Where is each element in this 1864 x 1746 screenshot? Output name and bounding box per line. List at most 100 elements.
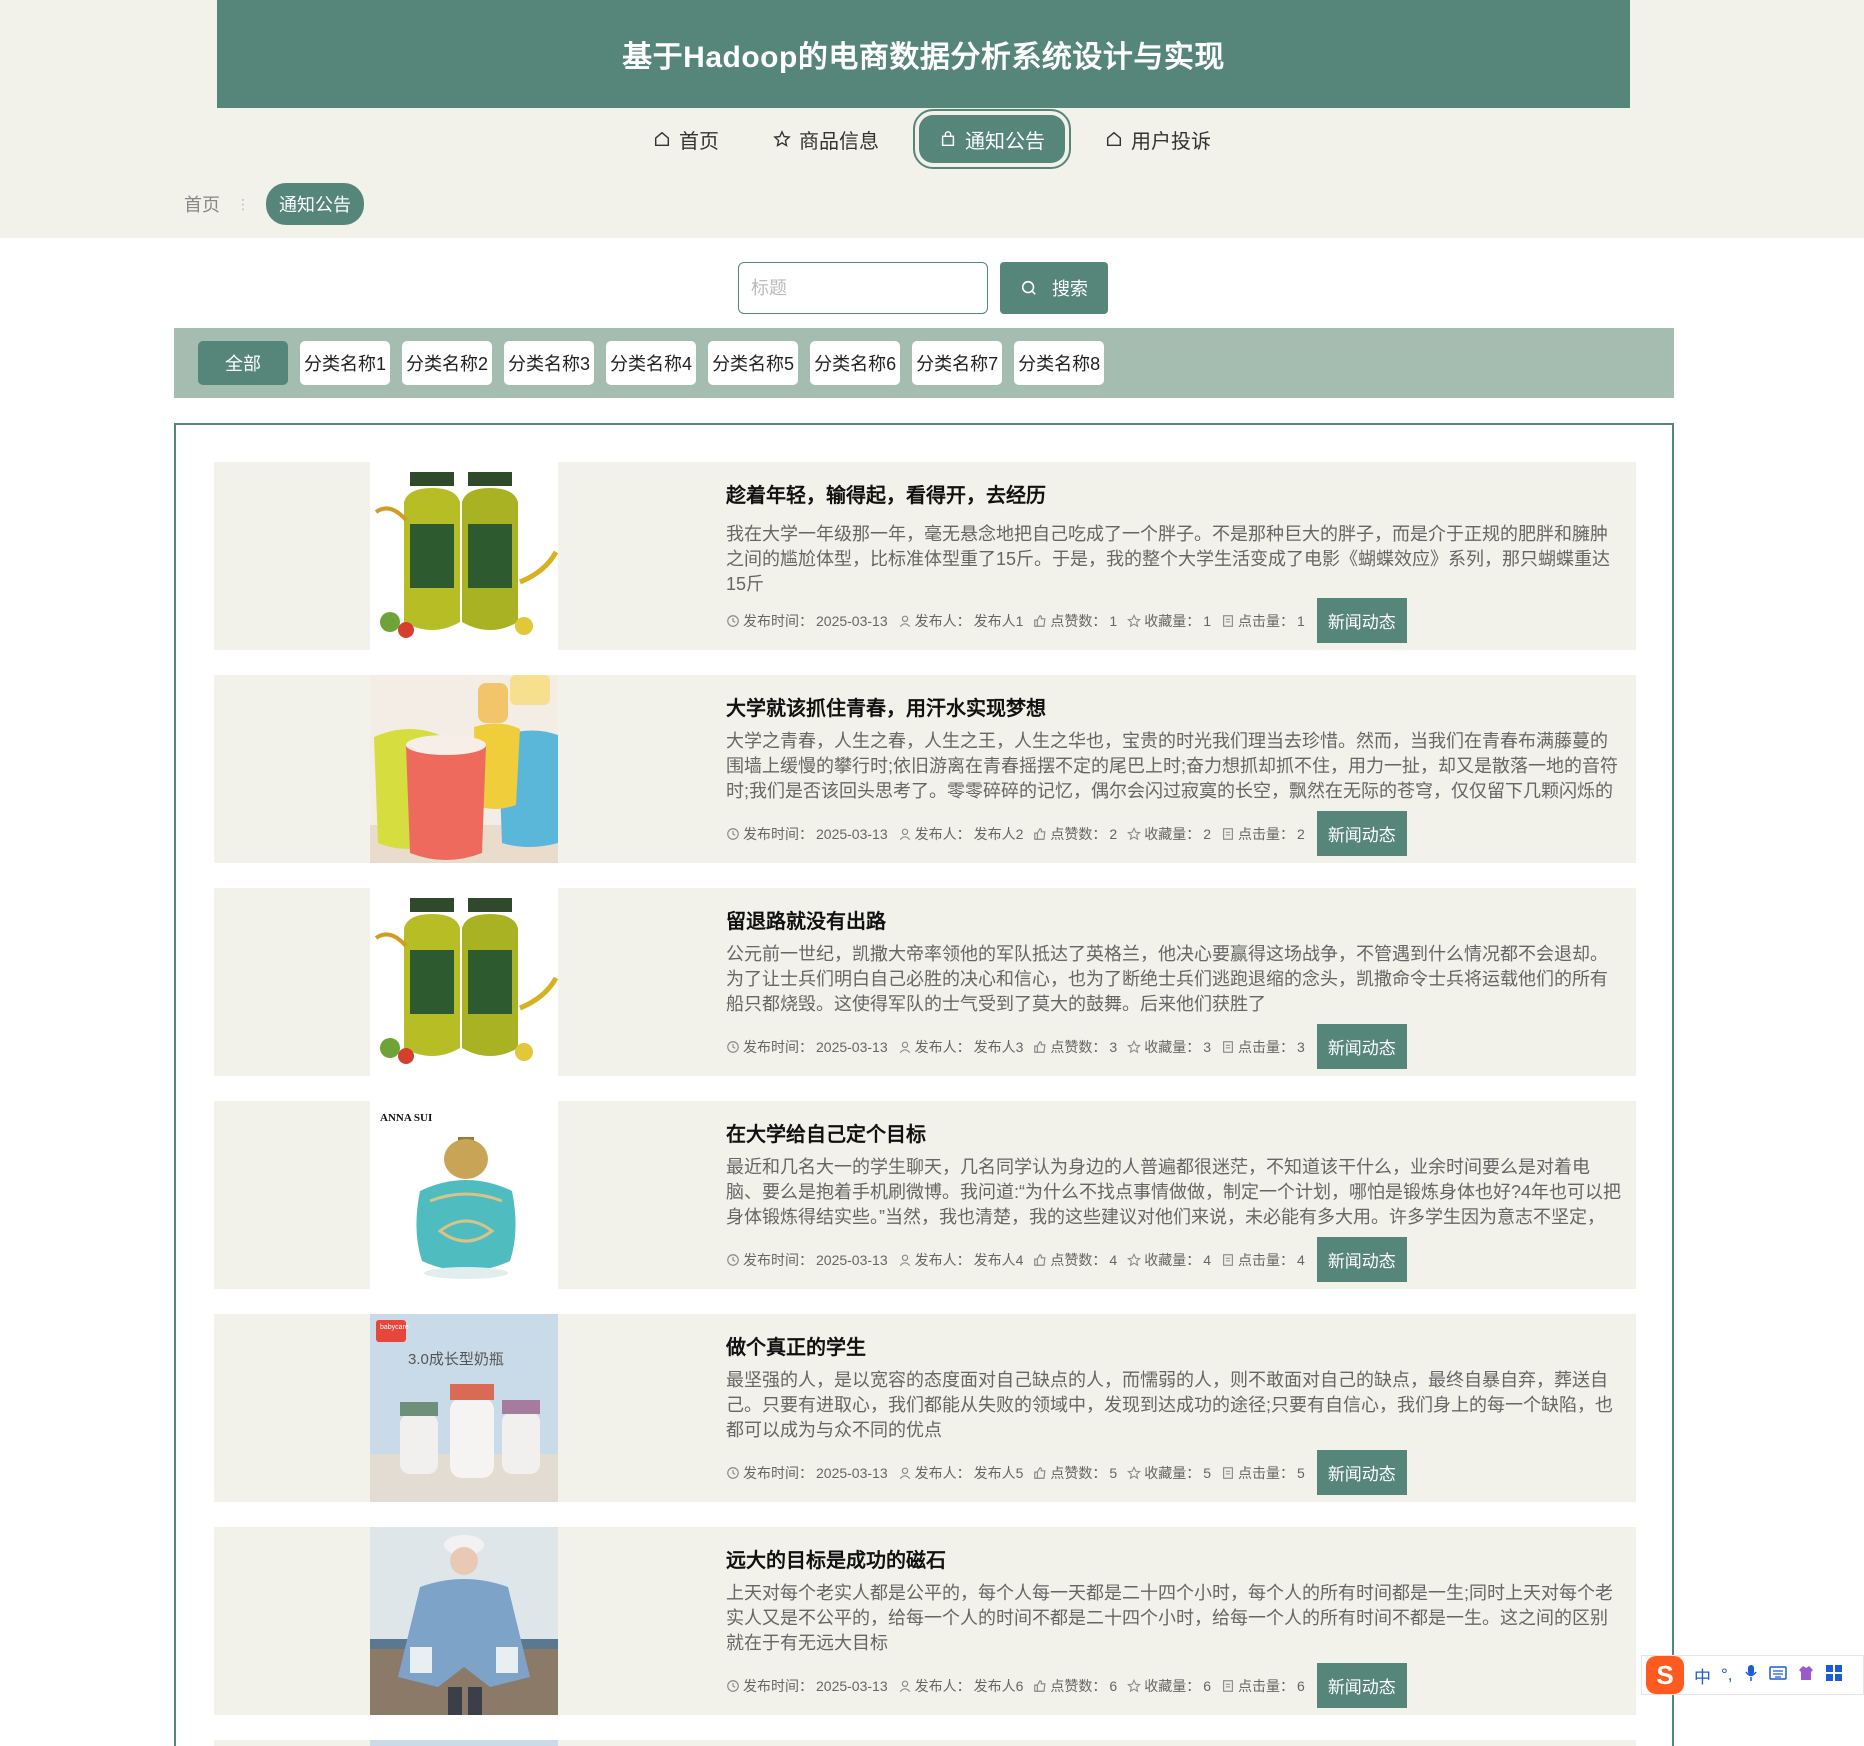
- skin-icon[interactable]: [1797, 1664, 1815, 1687]
- home-icon: [654, 131, 670, 147]
- breadcrumb-home[interactable]: 首页: [184, 191, 220, 217]
- nav-products[interactable]: 商品信息: [759, 113, 893, 165]
- document-icon: [1223, 1466, 1233, 1479]
- nav-complaints-label: 用户投诉: [1131, 130, 1211, 153]
- search-button[interactable]: 搜索: [1000, 262, 1108, 314]
- meta-author: 发布人4: [973, 1251, 1024, 1268]
- item-meta: 发布时间： 2025-03-13 发布人： 发布人6 点赞数： 6 收藏量： 6 点击量…: [726, 1663, 1407, 1708]
- item-title[interactable]: 在大学给自己定个目标: [726, 1118, 926, 1147]
- ime-lang[interactable]: 中: [1694, 1663, 1711, 1688]
- nav-notices[interactable]: 通知公告: [913, 109, 1071, 169]
- meta-author: 发布人2: [973, 825, 1024, 842]
- item-title[interactable]: 留退路就没有出路: [726, 905, 886, 934]
- list-item[interactable]: 远大的目标是成功的磁石 上天对每个老实人都是公平的，每个人每一天都是二十四个小时…: [214, 1527, 1636, 1715]
- item-title[interactable]: 趁着年轻，输得起，看得开，去经历: [726, 479, 1046, 508]
- ime-toolbar[interactable]: S 中 °,: [1641, 1655, 1864, 1695]
- list-item[interactable]: 趁着年轻，输得起，看得开，去经历 我在大学一年级那一年，毫无悬念地把自己吃成了一…: [214, 462, 1636, 650]
- microphone-icon[interactable]: [1743, 1664, 1759, 1687]
- meta-clicks-label: 点击量：: [1238, 1464, 1295, 1481]
- meta-favs-label: 收藏量：: [1144, 612, 1201, 629]
- item-title[interactable]: 远大的目标是成功的磁石: [726, 1544, 946, 1573]
- item-meta: 发布时间： 2025-03-13 发布人： 发布人2 点赞数： 2 收藏量： 2 点击量…: [726, 811, 1407, 856]
- nav-notices-label: 通知公告: [965, 130, 1045, 153]
- toolbox-icon[interactable]: [1825, 1664, 1843, 1687]
- home-icon: [1106, 131, 1122, 147]
- category-8[interactable]: 分类名称8: [1014, 341, 1105, 385]
- item-image-baby-bottles[interactable]: babycare 3.0成长型奶瓶: [370, 1314, 558, 1502]
- item-title[interactable]: 做个真正的学生: [726, 1331, 866, 1360]
- category-all[interactable]: 全部: [198, 341, 288, 385]
- item-meta: 发布时间： 2025-03-13 发布人： 发布人4 点赞数： 4 收藏量： 4 点击量…: [726, 1237, 1407, 1282]
- meta-time: 2025-03-13: [816, 1677, 888, 1694]
- meta-favs-label: 收藏量：: [1144, 1251, 1201, 1268]
- site-title: 基于Hadoop的电商数据分析系统设计与实现: [622, 41, 1225, 74]
- item-excerpt: 公元前一世纪，凯撒大帝率领他的军队抵达了英格兰，他决心要赢得这场战争，不管遇到什…: [726, 944, 1608, 1014]
- meta-time: 2025-03-13: [816, 1464, 888, 1481]
- category-1[interactable]: 分类名称1: [300, 341, 391, 385]
- nav-complaints[interactable]: 用户投诉: [1091, 113, 1225, 165]
- star-icon: [1127, 1039, 1142, 1053]
- meta-likes: 1: [1109, 612, 1118, 629]
- thumbs-up-icon: [1034, 1253, 1046, 1266]
- item-category-tag[interactable]: 新闻动态: [1316, 1663, 1407, 1708]
- meta-favs: 2: [1203, 825, 1212, 842]
- item-title[interactable]: 大学就该抓住青春，用汗水实现梦想: [726, 692, 1046, 721]
- user-icon: [899, 615, 910, 627]
- meta-favs: 4: [1203, 1251, 1212, 1268]
- clock-icon: [727, 1253, 739, 1266]
- nav-home[interactable]: 首页: [639, 113, 733, 165]
- item-category-tag[interactable]: 新闻动态: [1316, 1024, 1407, 1069]
- ime-punct[interactable]: °,: [1721, 1665, 1733, 1685]
- list-item[interactable]: ANNA SUI 在大学给自己定个目标 最近和几名大一的学生聊天，几名同学认为身…: [214, 1101, 1636, 1289]
- user-icon: [899, 1467, 910, 1479]
- category-4[interactable]: 分类名称4: [606, 341, 697, 385]
- user-icon: [899, 1680, 910, 1692]
- category-3[interactable]: 分类名称3: [504, 341, 595, 385]
- meta-favs: 1: [1203, 612, 1212, 629]
- list-item[interactable]: [214, 1740, 1636, 1746]
- meta-clicks-label: 点击量：: [1238, 825, 1295, 842]
- meta-author-label: 发布人：: [914, 1251, 971, 1268]
- item-image-cups[interactable]: [370, 675, 558, 863]
- item-image[interactable]: [370, 1740, 558, 1746]
- category-2[interactable]: 分类名称2: [402, 341, 493, 385]
- item-image-denim-jacket[interactable]: [370, 1527, 558, 1715]
- meta-time: 2025-03-13: [816, 612, 888, 629]
- item-meta: 发布时间： 2025-03-13 发布人： 发布人1 点赞数： 1 收藏量： 1 点击量…: [726, 598, 1407, 643]
- item-category-tag[interactable]: 新闻动态: [1316, 811, 1407, 856]
- meta-favs: 3: [1203, 1038, 1212, 1055]
- item-image-perfume[interactable]: ANNA SUI: [370, 1101, 558, 1289]
- nav-home-label: 首页: [679, 130, 719, 153]
- keyboard-icon[interactable]: [1768, 1665, 1787, 1686]
- item-category-tag[interactable]: 新闻动态: [1316, 1237, 1407, 1282]
- list-item[interactable]: 大学就该抓住青春，用汗水实现梦想 大学之青春，人生之春，人生之王，人生之华也，宝…: [214, 675, 1636, 863]
- item-category-tag[interactable]: 新闻动态: [1316, 1450, 1407, 1495]
- list-item[interactable]: 留退路就没有出路 公元前一世纪，凯撒大帝率领他的军队抵达了英格兰，他决心要赢得这…: [214, 888, 1636, 1076]
- meta-likes-label: 点赞数：: [1050, 1038, 1107, 1055]
- item-excerpt: 上天对每个老实人都是公平的，每个人每一天都是二十四个小时，每个人的所有时间都是一…: [726, 1583, 1613, 1653]
- meta-clicks-label: 点击量：: [1238, 612, 1295, 629]
- category-7[interactable]: 分类名称7: [912, 341, 1003, 385]
- user-icon: [899, 1254, 910, 1266]
- item-meta: 发布时间： 2025-03-13 发布人： 发布人3 点赞数： 3 收藏量： 3 点击量…: [726, 1024, 1407, 1069]
- list-item[interactable]: babycare 3.0成长型奶瓶 做个真正的学生 最坚强的人，是以宽容的态度面…: [214, 1314, 1636, 1502]
- meta-clicks-label: 点击量：: [1238, 1677, 1295, 1694]
- meta-time-label: 发布时间：: [743, 1464, 813, 1481]
- item-image-oil-bottles[interactable]: [370, 888, 558, 1076]
- item-excerpt: 大学之青春，人生之春，人生之王，人生之华也，宝贵的时光我们理当去珍惜。然而，当我…: [726, 731, 1618, 801]
- site-banner: 基于Hadoop的电商数据分析系统设计与实现: [217, 0, 1630, 108]
- meta-author: 发布人5: [973, 1464, 1024, 1481]
- item-excerpt: 最坚强的人，是以宽容的态度面对自己缺点的人，而懦弱的人，则不敢面对自己的缺点，最…: [726, 1370, 1613, 1440]
- thumbs-up-icon: [1034, 614, 1046, 627]
- meta-likes: 3: [1109, 1038, 1118, 1055]
- user-icon: [899, 1041, 910, 1053]
- star-icon: [1127, 1465, 1142, 1479]
- meta-clicks: 1: [1297, 612, 1305, 629]
- search-input[interactable]: [738, 262, 988, 314]
- category-5[interactable]: 分类名称5: [708, 341, 799, 385]
- breadcrumb-current: 通知公告: [266, 183, 364, 225]
- item-category-tag[interactable]: 新闻动态: [1316, 598, 1407, 643]
- item-image-oil-bottles[interactable]: [370, 462, 558, 650]
- category-6[interactable]: 分类名称6: [810, 341, 901, 385]
- meta-clicks: 2: [1297, 825, 1305, 842]
